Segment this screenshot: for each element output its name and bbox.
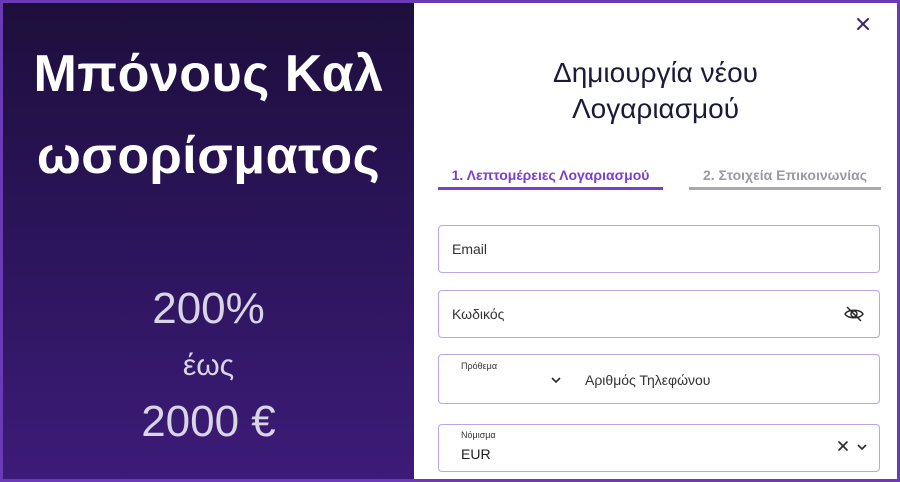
close-icon[interactable]	[853, 15, 873, 35]
tab-account-details[interactable]: 1. Λεπτομέρειες Λογαριασμού	[438, 163, 663, 190]
currency-value: EUR	[461, 446, 491, 462]
step-tabs: 1. Λεπτομέρειες Λογαριασμού 2. Στοιχεία …	[438, 163, 884, 191]
promo-bonus-percent: 200%	[152, 284, 265, 333]
password-input[interactable]	[450, 305, 834, 323]
promo-max-amount: 2000 €	[141, 397, 276, 446]
clear-icon[interactable]	[837, 439, 849, 451]
currency-label: Νόμισμα	[461, 430, 496, 440]
form-title-line2: Λογαριασμού	[571, 93, 740, 124]
promo-title: Μπόνους Καλωσορίσματος	[33, 45, 384, 185]
form-title-line1: Δημιουργία νέου	[553, 57, 758, 88]
phone-field: Πρόθεμα	[438, 354, 880, 404]
eye-slash-icon[interactable]	[843, 305, 865, 323]
promo-upto: έως	[182, 349, 235, 382]
tab-contact-info[interactable]: 2. Στοιχεία Επικοινωνίας	[689, 163, 881, 190]
signup-modal: Μπόνους Καλωσορίσματος 200% έως 2000 € Δ…	[0, 0, 900, 482]
currency-select[interactable]: Νόμισμα EUR	[438, 424, 880, 472]
signup-form: Δημιουργία νέου Λογαριασμού 1. Λεπτομέρε…	[414, 3, 897, 479]
prefix-label: Πρόθεμα	[461, 361, 498, 371]
chevron-down-icon[interactable]	[855, 440, 869, 454]
email-field	[438, 225, 880, 273]
chevron-down-icon[interactable]	[549, 373, 563, 387]
phone-number-input[interactable]	[583, 371, 867, 389]
password-field	[438, 290, 880, 338]
email-input[interactable]	[450, 240, 854, 258]
promo-panel: Μπόνους Καλωσορίσματος 200% έως 2000 €	[3, 3, 414, 479]
form-title: Δημιουργία νέου Λογαριασμού	[434, 55, 877, 127]
close-icon-glyph	[857, 18, 869, 30]
